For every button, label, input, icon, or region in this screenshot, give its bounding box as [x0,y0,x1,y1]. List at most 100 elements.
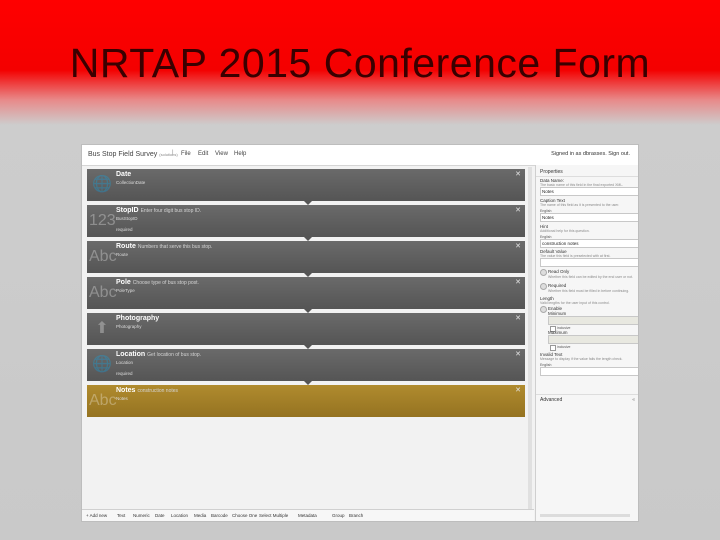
hint-help: Additional help for this question. [540,229,590,233]
invalid-text-help: Message to display if the value fails th… [540,357,623,361]
field-card-location[interactable]: 🌐 Location Get location of bus stop. Locati… [87,349,525,385]
app-title-sub: (solutions) [159,152,178,157]
read-only-help: Whether this field can be edited by the … [548,275,634,279]
field-name: Pole Choose type of bus stop post. [116,279,199,286]
caption-input[interactable]: Notes [540,213,638,222]
required-label: Required [548,283,567,288]
properties-panel: Properties Data Name: The basic name of … [535,165,638,521]
field-name-text: Pole [116,279,131,286]
app-window: Bus Stop Field Survey (solutions) | File … [81,144,639,522]
properties-header: Properties [540,169,563,175]
advanced-section-toggle[interactable]: Advanced [540,397,562,403]
field-type: BusStopID [116,216,138,221]
properties-horizontal-scrollbar[interactable] [540,514,630,517]
field-name: Location Get location of bus stop. [116,351,201,358]
close-icon[interactable]: ✕ [515,206,521,214]
add-numeric-button[interactable]: Numeric [133,513,150,518]
advanced-chevron-icon[interactable]: « [632,397,635,403]
length-enable-toggle[interactable] [540,306,547,313]
field-name: Notes construction notes [116,387,178,394]
field-hint: Enter four digit bus stop ID. [140,208,202,214]
field-name-text: Route [116,243,136,250]
top-bar: Bus Stop Field Survey (solutions) | File … [82,145,638,166]
add-metadata-button[interactable]: Metadata [298,513,317,518]
required-toggle[interactable] [540,283,547,290]
field-card-route[interactable]: Abc Route Numbers that serve this bus stop… [87,241,525,277]
add-barcode-button[interactable]: Barcode [211,513,228,518]
default-value-input[interactable] [540,258,638,267]
invalid-text-input[interactable] [540,367,638,376]
title-separator: | [172,150,174,156]
field-name-text: Photography [116,315,160,322]
field-hint: Get location of bus stop. [147,352,202,358]
add-new-button[interactable]: + Add new [86,513,107,518]
hint-input[interactable]: construction notes [540,239,638,248]
maximum-input[interactable] [548,335,638,344]
menu-help[interactable]: Help [234,151,246,157]
text-icon: Abc [89,392,117,409]
maximum-inclusive-checkbox[interactable] [550,345,556,351]
field-type: CollectionDate [116,180,146,185]
bottom-toolbar: + Add new Text Numeric Date Location Med… [82,509,534,521]
field-name: StopID Enter four digit bus stop ID. [116,207,201,214]
read-only-toggle[interactable] [540,269,547,276]
text-icon: Abc [89,284,117,301]
photo-icon: ⬆ [95,320,109,337]
field-card-stopid[interactable]: 123 StopID Enter four digit bus stop ID. Bu… [87,205,525,241]
add-media-button[interactable]: Media [194,513,206,518]
add-choose-one-button[interactable]: Choose One [232,513,257,518]
add-group-button[interactable]: Group [332,513,345,518]
add-text-button[interactable]: Text [117,513,125,518]
field-name-text: Notes [116,387,136,394]
field-hint: construction notes [137,388,179,394]
slide-title: NRTAP 2015 Conference Form [69,40,651,86]
close-icon[interactable]: ✕ [515,314,521,322]
app-title: Bus Stop Field Survey (solutions) [88,151,178,158]
globe-icon: 🌐 [92,356,112,373]
field-required-flag: required [116,371,133,376]
close-icon[interactable]: ✕ [515,350,521,358]
field-name: Date [116,171,133,178]
app-title-text: Bus Stop Field Survey [88,151,158,158]
text-icon: Abc [89,248,117,265]
data-name-input[interactable]: Notes [540,187,638,196]
add-branch-button[interactable]: Branch [349,513,363,518]
sign-out-link[interactable]: Sign out. [608,151,630,157]
maximum-inclusive-label: inclusive [557,345,571,349]
field-type: Location [116,360,134,365]
close-icon[interactable]: ✕ [515,386,521,394]
menu-edit[interactable]: Edit [198,151,208,157]
field-type: PoleType [116,288,135,293]
menu-file[interactable]: File [181,151,191,157]
properties-divider [536,176,638,177]
add-location-button[interactable]: Location [171,513,188,518]
field-card-pole[interactable]: Abc Pole Choose type of bus stop post. Pole… [87,277,525,313]
field-name-text: Location [116,351,146,358]
required-help: Whether this field must be filled in bef… [548,289,630,293]
field-type: Notes [116,396,128,401]
length-help: Valid lengths for the user input of this… [540,301,610,305]
field-name-text: StopID [116,207,139,214]
vertical-scrollbar[interactable] [528,167,532,512]
add-select-multiple-button[interactable]: Select Multiple [259,513,288,518]
read-only-label: Read Only [548,269,570,274]
close-icon[interactable]: ✕ [515,278,521,286]
close-icon[interactable]: ✕ [515,170,521,178]
add-date-button[interactable]: Date [155,513,165,518]
field-name: Route Numbers that serve this bus stop. [116,243,212,250]
number-icon: 123 [89,212,116,229]
close-icon[interactable]: ✕ [515,242,521,250]
field-name: Photography [116,315,161,322]
field-name-text: Date [116,171,132,178]
signed-in-status: Signed in as dbrasses. Sign out. [551,151,630,157]
field-card-photography[interactable]: ⬆ Photography Photography ✕ [87,313,525,349]
signed-in-text: Signed in as dbrasses. [551,151,607,157]
field-card-notes[interactable]: Abc Notes construction notes Notes ✕ [87,385,525,417]
field-hint: Choose type of bus stop post. [132,280,199,286]
field-card-date[interactable]: 🌐 Date CollectionDate ✕ [87,169,525,205]
menu-view[interactable]: View [215,151,228,157]
globe-icon: 🌐 [92,176,112,193]
minimum-input[interactable] [548,316,638,325]
caption-help: The name of this field as it is presente… [540,203,620,207]
field-required-flag: required [116,227,133,232]
